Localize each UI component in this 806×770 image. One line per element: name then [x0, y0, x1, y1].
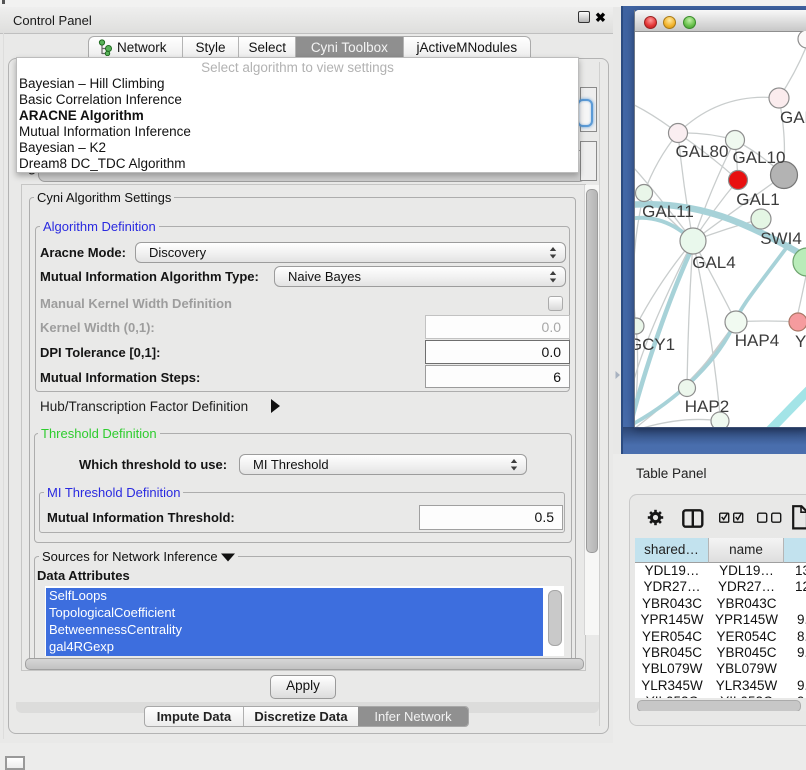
svg-text:Y: Y	[795, 332, 806, 351]
svg-text:HAP2: HAP2	[685, 397, 729, 416]
svg-text:GAL11: GAL11	[642, 202, 694, 221]
svg-text:GAL1: GAL1	[736, 190, 779, 209]
svg-text:GAL10: GAL10	[733, 148, 786, 167]
svg-text:SWI4: SWI4	[760, 229, 802, 248]
svg-text:GAL80: GAL80	[676, 142, 729, 161]
svg-text:HAP4: HAP4	[735, 331, 779, 350]
svg-text:GCY1: GCY1	[634, 335, 675, 354]
svg-text:GAL4: GAL4	[692, 253, 735, 272]
svg-text:GAL: GAL	[780, 108, 806, 127]
